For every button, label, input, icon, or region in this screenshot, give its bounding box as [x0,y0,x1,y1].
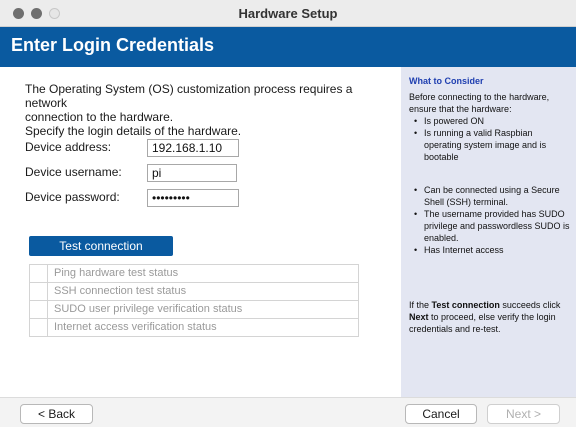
status-table: Ping hardware test status SSH connection… [29,264,359,337]
button-bar: < Back Cancel Next > [0,397,576,427]
help-heading: What to Consider [409,76,484,86]
status-text: Internet access verification status [54,321,217,333]
device-address-label: Device address: [25,140,112,154]
status-indicator-icon [30,283,48,300]
device-username-input[interactable] [147,164,237,182]
help-list-item: The username provided has SUDOprivilege … [409,208,571,244]
status-indicator-icon [30,319,48,336]
status-indicator-icon [30,301,48,318]
status-row: SSH connection test status [30,283,358,301]
help-intro-line: Before connecting to the hardware, [409,92,550,102]
device-address-input[interactable] [147,139,239,157]
help-list-item: Is powered ON [409,115,571,127]
page-title: Enter Login Credentials [11,35,215,55]
device-password-label: Device password: [25,190,120,204]
status-text: SSH connection test status [54,285,187,297]
status-text: SUDO user privilege verification status [54,303,243,315]
intro-text: The Operating System (OS) customization … [25,82,385,138]
next-button[interactable]: Next > [487,404,560,424]
status-row: Internet access verification status [30,319,358,336]
intro-line: The Operating System (OS) customization … [25,82,353,110]
status-row: Ping hardware test status [30,265,358,283]
status-row: SUDO user privilege verification status [30,301,358,319]
help-intro: Before connecting to the hardware, ensur… [409,91,549,115]
help-footer: If the Test connection succeeds click Ne… [409,300,561,334]
status-indicator-icon [30,265,48,282]
cancel-button[interactable]: Cancel [405,404,477,424]
help-list: Can be connected using a SecureShell (SS… [409,184,571,256]
help-list-item: Is running a valid Raspbianoperating sys… [409,127,571,163]
window-title: Hardware Setup [238,6,338,21]
window-titlebar: Hardware Setup [0,0,576,27]
help-list-item: Has Internet access [409,244,571,256]
device-password-input[interactable] [147,189,239,207]
test-connection-button[interactable]: Test connection [29,236,173,256]
intro-line: connection to the hardware. [25,110,174,124]
help-list-item: Can be connected using a SecureShell (SS… [409,184,571,208]
help-intro-line: ensure that the hardware: [409,104,512,114]
back-button[interactable]: < Back [20,404,93,424]
intro-line: Specify the login details of the hardwar… [25,124,242,138]
help-list: Is powered ON Is running a valid Raspbia… [409,115,571,163]
device-username-label: Device username: [25,165,122,179]
page-header: Enter Login Credentials [0,27,576,67]
status-text: Ping hardware test status [54,267,179,279]
help-panel: What to Consider Before connecting to th… [401,67,576,397]
